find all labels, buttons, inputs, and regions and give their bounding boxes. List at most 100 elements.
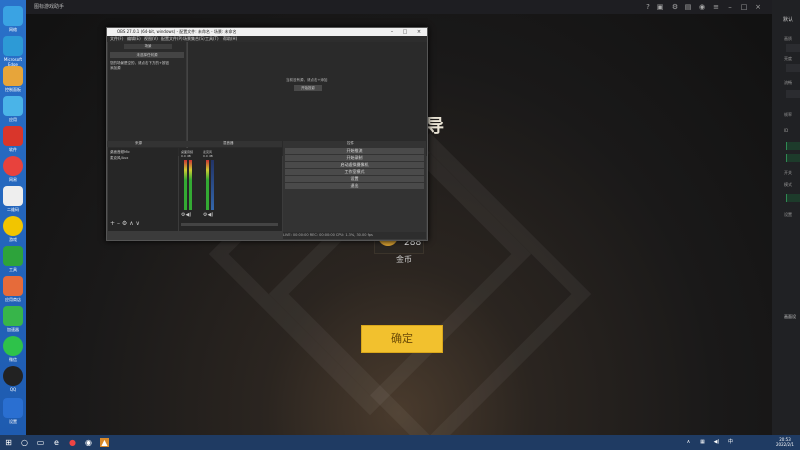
obs-dock-headers: 来源 混音器	[107, 141, 282, 147]
pip-icon[interactable]: ▣	[656, 3, 664, 11]
tray-chevron-icon[interactable]: ∧	[684, 438, 693, 447]
add-icon[interactable]: +	[110, 220, 115, 227]
mixer-db: 0.0 dB	[181, 154, 191, 158]
tray-input-icon[interactable]: 中	[726, 438, 735, 447]
obs-audio-mixer: 桌面音频 麦克风 0.0 dB 0.0 dB ⚙◀) ⚙◀)	[179, 148, 282, 231]
edge-taskbar-icon[interactable]: e	[52, 438, 61, 447]
start-recording-button[interactable]: 开始录制	[285, 155, 424, 161]
right-panel-item: 设置	[784, 212, 792, 217]
control-panel-icon[interactable]	[3, 66, 23, 86]
right-panel-item: 画质	[784, 36, 792, 41]
confirm-button[interactable]: 确定	[361, 325, 443, 353]
right-panel-field[interactable]	[786, 90, 800, 98]
close-icon[interactable]: ×	[754, 3, 762, 11]
tool-icon[interactable]	[3, 246, 23, 266]
desktop-icon-label: 工具	[9, 267, 17, 272]
right-panel-field[interactable]	[786, 44, 800, 52]
qq-icon[interactable]	[3, 366, 23, 386]
tray-volume-icon[interactable]: ◀)	[712, 438, 721, 447]
source-item[interactable]: 麦克风/Aux	[110, 156, 128, 161]
taskbar-clock[interactable]: 20:53 2022/2/1	[772, 437, 798, 447]
right-panel-toggle[interactable]	[786, 194, 800, 202]
clock-date: 2022/2/1	[776, 442, 794, 447]
settings-icon[interactable]	[3, 398, 23, 418]
game-taskbar-icon[interactable]: ▲	[100, 438, 109, 447]
camera-icon[interactable]: ◉	[698, 3, 706, 11]
preview-text: 当前没有源，请点击+添加	[286, 78, 328, 82]
mixer-db: 0.0 dB	[203, 154, 213, 158]
game-titlebar: 图标游戏助手 ? ▣ ⚙ ▤ ◉ ≡ – □ ×	[26, 0, 772, 14]
accelerator-icon[interactable]	[3, 306, 23, 326]
up-icon[interactable]: ∧	[129, 220, 133, 227]
studio-mode-button[interactable]: 工作室模式	[285, 169, 424, 175]
sources-head: 来源	[135, 141, 142, 145]
start-streaming-button[interactable]: 开始推流	[285, 148, 424, 154]
right-panel-field[interactable]	[786, 64, 800, 72]
desktop-icon-label: 微信	[9, 357, 17, 362]
right-panel-toggle[interactable]	[786, 142, 800, 150]
right-panel-item: 亮度	[784, 56, 792, 61]
keyboard-icon[interactable]: ▤	[684, 3, 692, 11]
right-panel-bottom-label: 画面设	[784, 314, 796, 319]
desktop-icon-label: 软件	[9, 147, 17, 152]
audio-meter	[189, 160, 192, 210]
network-icon[interactable]	[3, 6, 23, 26]
source-item[interactable]: 桌面音频Mic	[110, 150, 130, 155]
mixer-gear-icon[interactable]: ⚙◀)	[181, 212, 191, 218]
desktop-icons-column: 网络 Microsoft Edge 控制面板 应用 软件 网易 二维码 游戏 工…	[0, 0, 26, 435]
edge-icon[interactable]	[3, 36, 23, 56]
maximize-icon[interactable]: □	[740, 3, 748, 11]
task-view-icon[interactable]: ▭	[36, 438, 45, 447]
source-toolbar: + – ⚙ ∧ ∨	[110, 220, 140, 227]
wechat-icon[interactable]	[3, 336, 23, 356]
store-icon[interactable]	[3, 276, 23, 296]
desktop-icon-label: 设置	[9, 419, 17, 424]
obs-maximize-icon[interactable]: □	[400, 28, 410, 36]
right-panel-toggle[interactable]	[786, 154, 800, 162]
desktop-icon-label: 应用	[9, 117, 17, 122]
netease-icon[interactable]	[3, 156, 23, 176]
down-icon[interactable]: ∨	[136, 220, 140, 227]
title-glyph: 导	[426, 116, 444, 137]
software-icon[interactable]	[3, 126, 23, 146]
desktop-icon-label: 二维码	[7, 207, 19, 212]
search-icon[interactable]: ○	[20, 438, 29, 447]
controls-head: 控件	[347, 141, 354, 145]
settings-button[interactable]: 设置	[285, 176, 424, 182]
exit-button[interactable]: 退出	[285, 183, 424, 189]
help-icon[interactable]: ?	[644, 3, 652, 11]
gear-icon[interactable]: ⚙	[122, 220, 127, 227]
obs-minimize-icon[interactable]: –	[387, 28, 397, 36]
right-panel-item: 流畅	[784, 80, 792, 85]
desktop-icon-label: 控制面板	[5, 87, 21, 92]
scene-item[interactable]: 未选择任何源	[110, 52, 184, 58]
tray-network-icon[interactable]: ▦	[698, 438, 707, 447]
audio-meter	[206, 160, 209, 210]
game-icon[interactable]	[3, 216, 23, 236]
virtual-camera-button[interactable]: 启动虚拟摄像机	[285, 162, 424, 168]
obs-sources-list: 桌面音频Mic 麦克风/Aux + – ⚙ ∧ ∨	[108, 148, 178, 231]
gear-icon[interactable]: ⚙	[671, 3, 679, 11]
qr-icon[interactable]	[3, 186, 23, 206]
desktop-icon-label: QQ	[9, 387, 17, 392]
start-icon[interactable]: ⊞	[4, 438, 13, 447]
app-icon[interactable]	[3, 96, 23, 116]
obs-title: OBS 27.0.1 (64-bit, windows) - 配置文件: 未命名…	[117, 29, 237, 34]
right-panel-item: 开关	[784, 170, 792, 175]
start-projection-button[interactable]: 开始投影	[294, 85, 322, 91]
desktop-icon-label: 网络	[9, 27, 17, 32]
obs-preview-area: 当前没有源，请点击+添加 开始投影	[187, 42, 427, 156]
obs-status-bar: LIVE: 00:00:00 REC: 00:00:00 CPU: 1.3%, …	[283, 232, 426, 239]
audio-meter	[184, 160, 187, 210]
remove-icon[interactable]: –	[117, 220, 120, 227]
obs-scene-info-panel: 场景 未选择任何源 您的场景是空的，请点击下方的+按钮添加源	[108, 42, 186, 156]
mixer-scrollbar[interactable]	[181, 223, 278, 226]
mixer-head: 混音器	[223, 141, 234, 145]
obs-close-icon[interactable]: ×	[414, 28, 424, 36]
mixer-gear-icon[interactable]: ⚙◀)	[203, 212, 213, 218]
netease-taskbar-icon[interactable]: ●	[68, 438, 77, 447]
minimize-icon[interactable]: –	[726, 3, 734, 11]
obs-taskbar-icon[interactable]: ◉	[84, 438, 93, 447]
menu-icon[interactable]: ≡	[712, 3, 720, 11]
obs-window: OBS 27.0.1 (64-bit, windows) - 配置文件: 未命名…	[106, 27, 428, 241]
